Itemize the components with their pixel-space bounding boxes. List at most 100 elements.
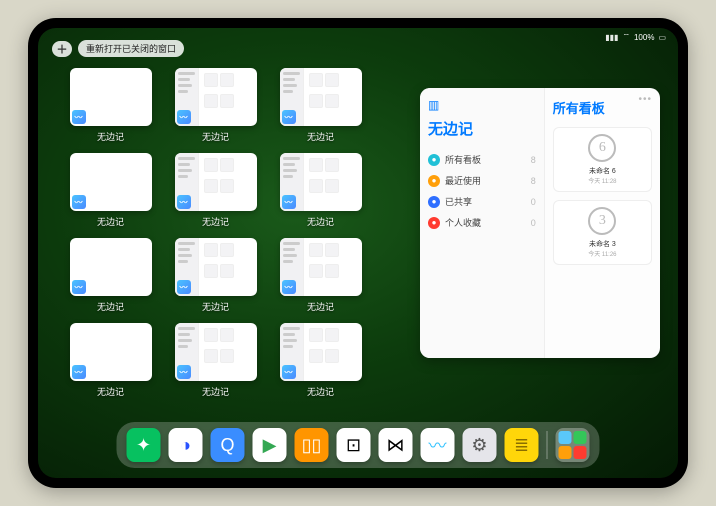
sidebar-toggle-icon[interactable]: ▥ <box>428 98 536 112</box>
sidebar-item[interactable]: ●最近使用8 <box>428 170 536 191</box>
app-window[interactable]: 〰无边记 <box>278 238 363 313</box>
window-thumbnail[interactable]: 〰 <box>175 68 257 126</box>
panel-title: 无边记 <box>428 118 536 139</box>
battery-icon: ▭ <box>658 33 666 42</box>
app-window[interactable]: 〰无边记 <box>68 153 153 228</box>
sidebar-item-label: 个人收藏 <box>445 216 481 229</box>
sidebar-item-label: 最近使用 <box>445 174 481 187</box>
panel-sidebar: ▥ 无边记 ●所有看板8●最近使用8●已共享0●个人收藏0 <box>420 88 545 358</box>
app-window[interactable]: 〰无边记 <box>278 68 363 143</box>
sidebar-item-count: 0 <box>531 218 536 228</box>
freeform-app-icon: 〰 <box>177 110 191 124</box>
app-window[interactable]: 〰无边记 <box>173 323 258 398</box>
app-window[interactable]: 〰无边记 <box>68 68 153 143</box>
dock-app-connect[interactable]: ⋈ <box>379 428 413 462</box>
freeform-app-icon: 〰 <box>72 195 86 209</box>
sidebar-item[interactable]: ● 个人收藏 0 <box>428 212 536 233</box>
folder-mini-icon <box>559 431 572 444</box>
sidebar-item[interactable]: ● 所有看板 8 <box>428 149 536 170</box>
dock-app-play[interactable]: ▶ <box>253 428 287 462</box>
freeform-app-icon: 〰 <box>177 280 191 294</box>
panel-content: ••• 所有看板 6未命名 6今天 11:283未命名 3今天 11:26 <box>545 88 660 358</box>
more-icon[interactable]: ••• <box>638 94 652 105</box>
sidebar-item-label: 已共享 <box>445 195 472 208</box>
sidebar-item-count: 8 <box>531 155 536 165</box>
freeform-app-icon: 〰 <box>282 110 296 124</box>
window-thumbnail[interactable]: 〰 <box>175 323 257 381</box>
folder-mini-icon <box>559 446 572 459</box>
category-icon: ● <box>428 217 440 229</box>
reopen-closed-window-button[interactable]: 重新打开已关闭的窗口 <box>78 40 184 57</box>
freeform-app-icon: 〰 <box>282 195 296 209</box>
window-label: 无边记 <box>202 130 229 143</box>
freeform-app-icon: 〰 <box>72 280 86 294</box>
window-thumbnail[interactable]: 〰 <box>280 153 362 211</box>
freeform-app-icon: 〰 <box>282 280 296 294</box>
dock-app-quark[interactable]: ◑ <box>169 428 203 462</box>
dock-separator <box>547 431 548 459</box>
category-icon: ● <box>428 196 440 208</box>
freeform-app-icon: 〰 <box>72 110 86 124</box>
window-label: 无边记 <box>97 130 124 143</box>
signal-icon: ▮▮▮ <box>605 33 618 42</box>
window-thumbnail[interactable]: 〰 <box>175 153 257 211</box>
board-time: 今天 11:28 <box>560 176 645 185</box>
add-window-button[interactable]: ＋ <box>52 41 72 57</box>
app-window[interactable]: 〰无边记 <box>68 323 153 398</box>
freeform-app-icon: 〰 <box>282 365 296 379</box>
battery-pct: 100% <box>634 33 654 42</box>
top-controls: ＋ 重新打开已关闭的窗口 <box>52 40 184 57</box>
dock-app-settings[interactable]: ⚙ <box>463 428 497 462</box>
dock-app-freeform[interactable]: 〰 <box>421 428 455 462</box>
status-bar: ▮▮▮ ⌔ 100% ▭ <box>605 32 666 42</box>
app-window[interactable]: 〰无边记 <box>173 238 258 313</box>
dock-app-browser-q[interactable]: Q <box>211 428 245 462</box>
window-thumbnail[interactable]: 〰 <box>70 238 152 296</box>
window-thumbnail[interactable]: 〰 <box>70 68 152 126</box>
board-name: 未命名 3 <box>560 239 645 249</box>
window-label: 无边记 <box>97 300 124 313</box>
window-thumbnail[interactable]: 〰 <box>175 238 257 296</box>
folder-mini-icon <box>574 446 587 459</box>
window-thumbnail[interactable]: 〰 <box>280 323 362 381</box>
freeform-app-icon: 〰 <box>177 365 191 379</box>
app-window[interactable]: 〰无边记 <box>278 153 363 228</box>
window-thumbnail[interactable]: 〰 <box>70 323 152 381</box>
window-label: 无边记 <box>97 215 124 228</box>
window-label: 无边记 <box>202 385 229 398</box>
freeform-app-icon: 〰 <box>177 195 191 209</box>
app-window[interactable]: 〰无边记 <box>68 238 153 313</box>
window-label: 无边记 <box>202 215 229 228</box>
app-window[interactable]: 〰无边记 <box>278 323 363 398</box>
board-card[interactable]: 3未命名 3今天 11:26 <box>553 200 652 265</box>
window-thumbnail[interactable]: 〰 <box>280 68 362 126</box>
sidebar-item-count: 0 <box>531 197 536 207</box>
freeform-app-icon: 〰 <box>72 365 86 379</box>
dock-app-dice[interactable]: ⊡ <box>337 428 371 462</box>
board-card[interactable]: 6 未命名 6今天 11:28 <box>553 127 652 192</box>
category-icon: ● <box>428 154 440 166</box>
dock-app-notes[interactable]: ≣ <box>505 428 539 462</box>
dock-app-books[interactable]: ▯▯ <box>295 428 329 462</box>
window-thumbnail[interactable]: 〰 <box>70 153 152 211</box>
board-thumbnail: 3 <box>588 207 616 235</box>
dock-app-wechat[interactable]: ✦ <box>127 428 161 462</box>
app-window[interactable]: 〰无边记 <box>173 68 258 143</box>
window-label: 无边记 <box>307 215 334 228</box>
wifi-icon: ⌔ <box>622 32 630 42</box>
window-label: 无边记 <box>97 385 124 398</box>
app-switcher-grid: 〰无边记〰无边记〰无边记〰无边记〰无边记〰无边记〰无边记〰无边记〰无边记〰无边记… <box>68 68 363 398</box>
sidebar-item[interactable]: ● 已共享 0 <box>428 191 536 212</box>
category-icon: ● <box>428 175 440 187</box>
screen: ▮▮▮ ⌔ 100% ▭ ＋ 重新打开已关闭的窗口 〰无边记〰无边记〰无边记〰无… <box>38 28 678 478</box>
sidebar-item-label: 所有看板 <box>445 153 481 166</box>
window-label: 无边记 <box>307 130 334 143</box>
board-thumbnail: 6 <box>588 134 616 162</box>
ipad-frame: ▮▮▮ ⌔ 100% ▭ ＋ 重新打开已关闭的窗口 〰无边记〰无边记〰无边记〰无… <box>28 18 688 488</box>
board-name: 未命名 6 <box>560 166 645 176</box>
dock: ✦◑Q▶▯▯⊡⋈〰⚙≣ <box>117 422 600 468</box>
app-window[interactable]: 〰无边记 <box>173 153 258 228</box>
freeform-panel: ▥ 无边记 ●所有看板8●最近使用8●已共享0●个人收藏0 ••• 所有看板 6… <box>420 88 660 358</box>
window-thumbnail[interactable]: 〰 <box>280 238 362 296</box>
dock-folder[interactable] <box>556 428 590 462</box>
